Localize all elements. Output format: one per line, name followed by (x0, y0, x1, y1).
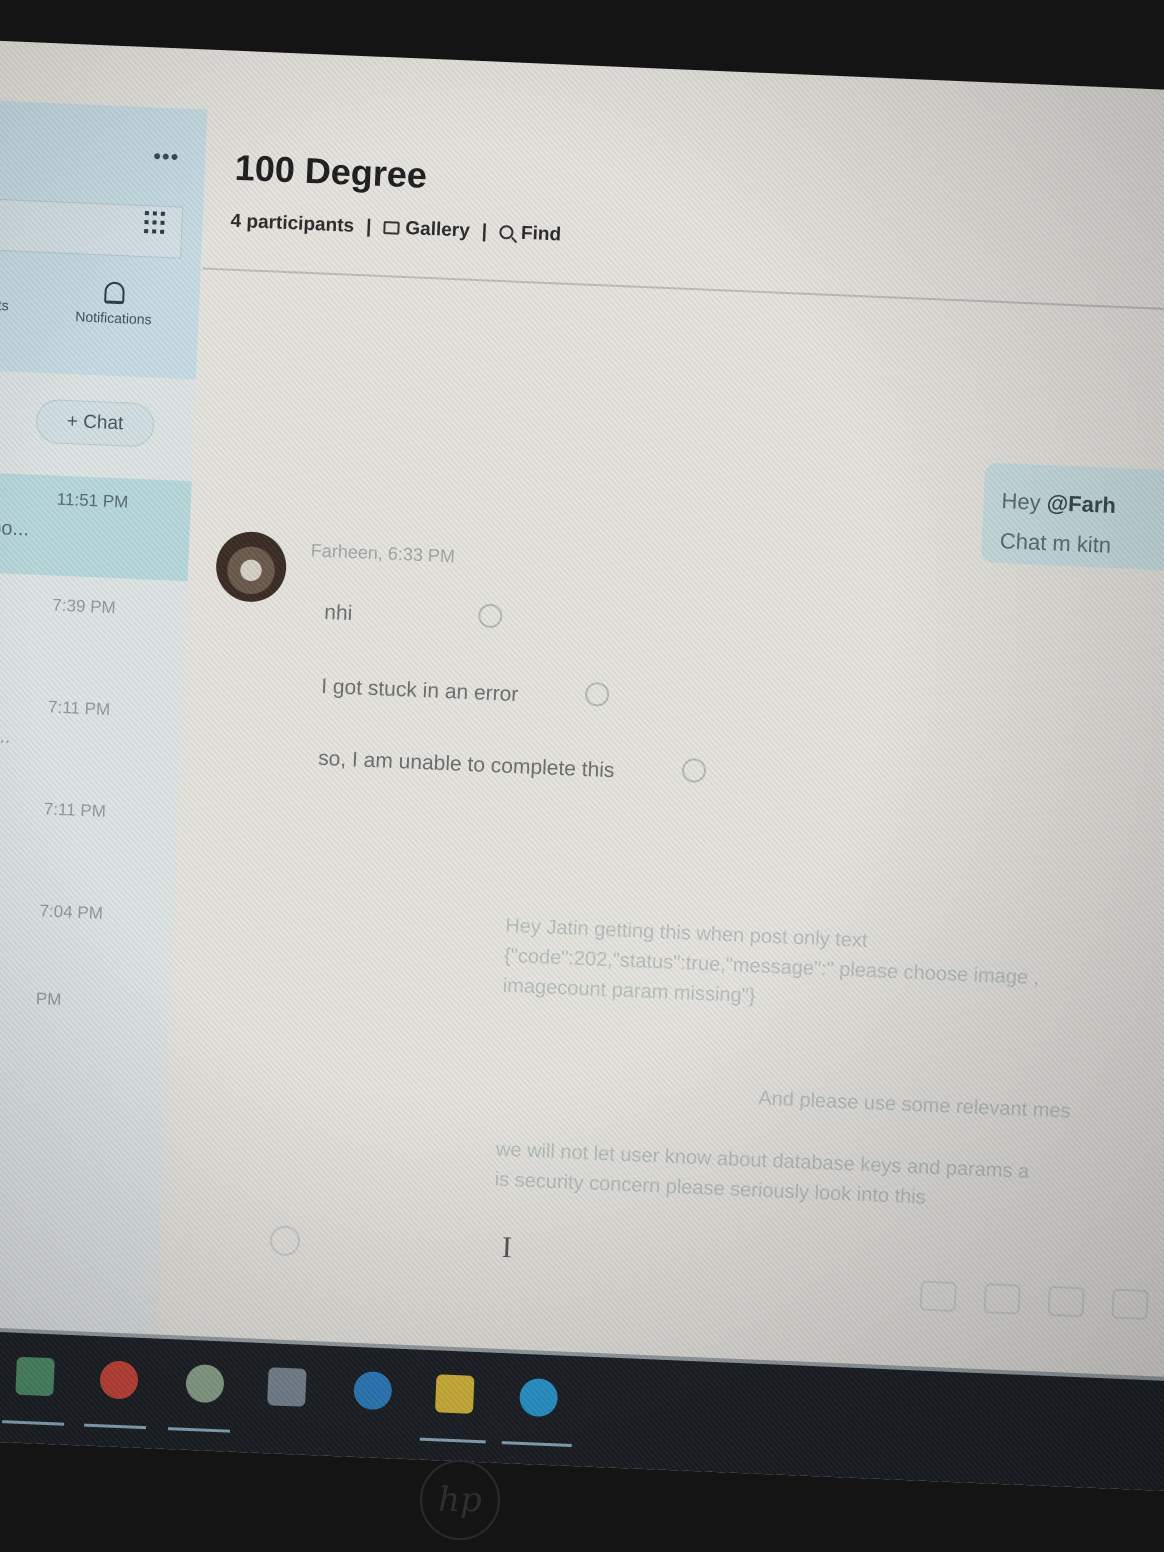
more-icon[interactable] (1111, 1288, 1149, 1321)
chat-list-item[interactable]: 7:11 PM de e... (0, 679, 183, 789)
contact-card-icon[interactable] (1047, 1285, 1085, 1318)
message-text: Chat m kitn (999, 528, 1112, 558)
chat-list-item[interactable]: 11:51 PM v abo... (0, 471, 192, 582)
header-divider (202, 267, 1164, 313)
skype-icon[interactable] (518, 1377, 559, 1418)
nav-notifications-label: Notifications (75, 308, 152, 328)
emoji-reaction-icon[interactable] (681, 758, 707, 784)
incoming-message[interactable]: I got stuck in an error (321, 675, 519, 707)
search-icon (498, 224, 514, 240)
text-cursor-icon: I (501, 1230, 513, 1265)
running-indicator (167, 1427, 231, 1433)
avatar[interactable] (214, 530, 288, 604)
gallery-link[interactable]: Gallery (383, 217, 470, 243)
screen: ••• tacts Notifications + Chat 11:51 PM … (0, 40, 1164, 1492)
chat-time: 7:39 PM (52, 595, 117, 618)
emoji-reaction-icon[interactable] (584, 681, 610, 707)
running-indicator (419, 1437, 486, 1444)
incoming-message[interactable]: so, I am unable to complete this (318, 747, 615, 783)
laptop-logo: hp (420, 1460, 500, 1540)
composer-toolbar (919, 1280, 1149, 1321)
chat-time: 7:11 PM (47, 697, 111, 720)
participants-link[interactable]: 4 participants (230, 211, 354, 238)
outgoing-message-bubble[interactable]: Hey @Farh Chat m kitn (981, 462, 1164, 574)
incoming-message[interactable]: nhi (324, 601, 353, 626)
nav-contacts-label: tacts (0, 296, 10, 314)
find-link[interactable]: Find (498, 222, 562, 247)
file-icon[interactable] (983, 1283, 1021, 1315)
find-label: Find (520, 222, 562, 246)
chat-snippet: de e... (0, 724, 11, 748)
chat-time: PM (35, 989, 62, 1010)
sender-name-time: Farheen, 6:33 PM (310, 540, 456, 567)
sidebar-header: ••• tacts Notifications (0, 99, 208, 380)
gallery-label: Gallery (404, 217, 471, 242)
chat-list-item[interactable]: 7:11 PM (0, 781, 179, 891)
meta-separator: | (365, 216, 372, 238)
message-text: Hey (1001, 488, 1048, 516)
outgoing-message[interactable]: Hey Jatin getting this when post only te… (502, 911, 1041, 1023)
emoji-icon[interactable] (269, 1225, 301, 1257)
chat-time: 7:04 PM (39, 901, 104, 923)
meta-separator: | (481, 221, 488, 243)
dialpad-icon[interactable] (144, 211, 167, 236)
nav-notifications[interactable]: Notifications (58, 280, 170, 329)
gallery-icon (383, 221, 400, 235)
outgoing-message[interactable]: we will not let user know about database… (494, 1135, 1030, 1217)
maps-app-icon[interactable] (353, 1370, 393, 1411)
emoji-reaction-icon[interactable] (477, 603, 503, 629)
running-indicator (501, 1441, 572, 1448)
room-meta: 4 participants | Gallery | Find (230, 211, 561, 247)
chat-list-item[interactable]: 7:39 PM (0, 578, 187, 688)
mention[interactable]: @Farh (1046, 490, 1116, 518)
nav-contacts[interactable]: tacts (0, 270, 20, 314)
new-chat-button[interactable]: + Chat (35, 398, 155, 448)
chat-time: 7:11 PM (43, 799, 107, 821)
chrome-icon[interactable] (99, 1360, 139, 1400)
page-title: 100 Degree (234, 146, 428, 196)
running-indicator (84, 1423, 147, 1430)
running-indicator (2, 1420, 65, 1426)
chat-time: 11:51 PM (56, 489, 129, 512)
bell-icon (104, 281, 125, 305)
sticky-notes-icon[interactable] (434, 1374, 475, 1414)
outgoing-message[interactable]: And please use some relevant mes (758, 1084, 1071, 1127)
chat-list-item[interactable]: PM ari (0, 971, 171, 1081)
pinned-app-icon[interactable] (15, 1356, 55, 1397)
file-app-icon[interactable] (267, 1367, 307, 1407)
group-app-icon[interactable] (185, 1363, 225, 1404)
more-options-icon[interactable]: ••• (153, 143, 180, 170)
chat-snippet: v abo... (0, 516, 30, 541)
conversation-pane: 100 Degree 4 participants | Gallery | Fi… (158, 110, 1164, 1382)
image-icon[interactable] (919, 1280, 957, 1312)
